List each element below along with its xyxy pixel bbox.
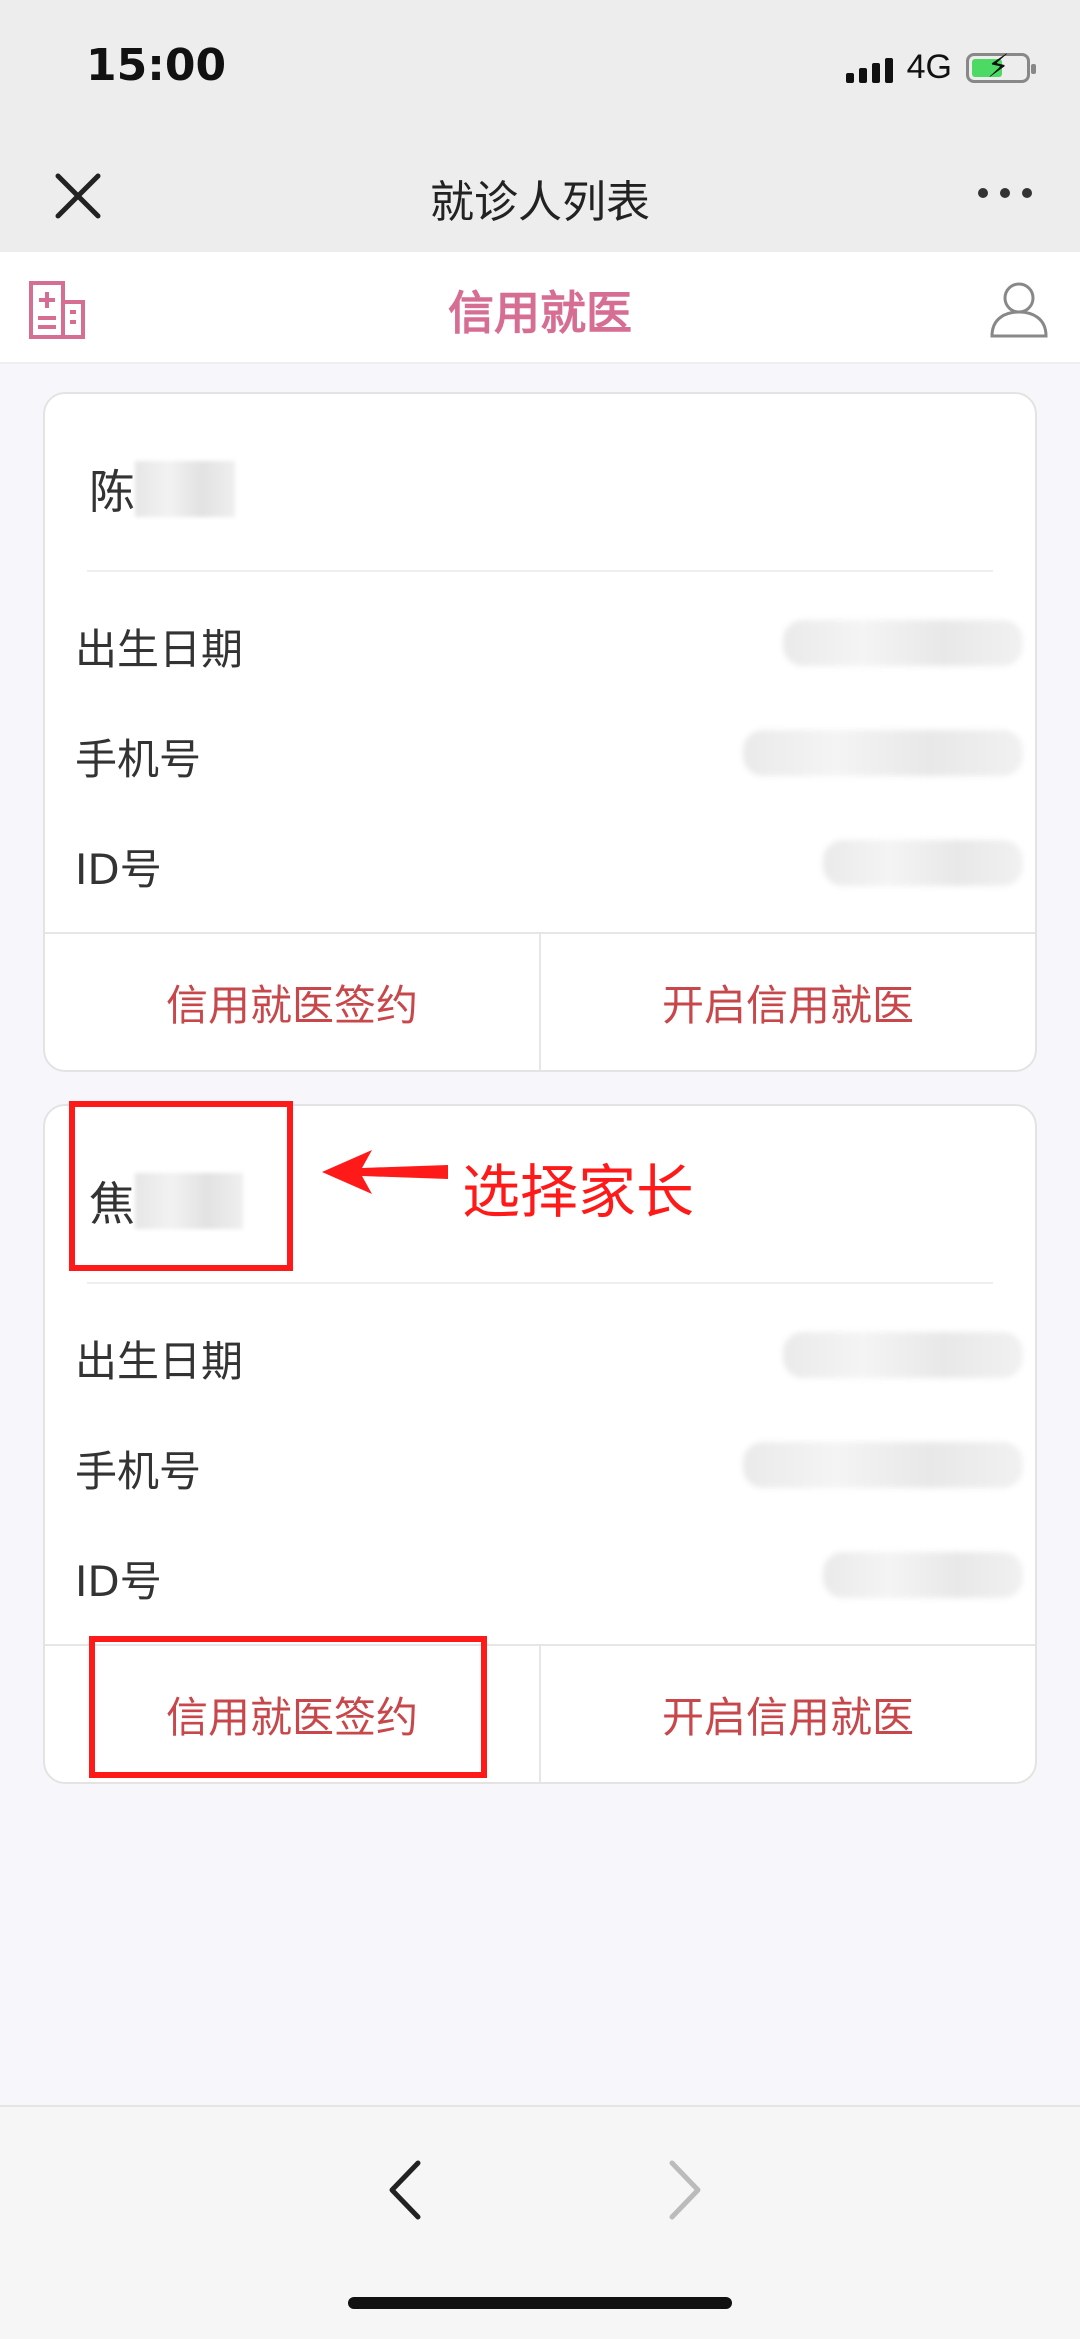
redacted-value xyxy=(783,1332,1023,1378)
divider xyxy=(87,1282,993,1284)
home-indicator xyxy=(348,2297,732,2309)
patient-name: 陈 xyxy=(89,456,235,522)
user-icon[interactable] xyxy=(988,278,1050,340)
redacted-value xyxy=(743,730,1023,776)
page-title: 就诊人列表 xyxy=(430,177,650,228)
status-indicators: 4G ⚡ xyxy=(845,48,1036,87)
credit-sign-button[interactable]: 信用就医签约 xyxy=(45,934,539,1070)
redacted-value xyxy=(743,1442,1023,1488)
forward-icon[interactable] xyxy=(660,2155,710,2225)
phone-row: 手机号 xyxy=(75,726,1023,786)
phone-label: 手机号 xyxy=(75,1447,202,1496)
id-label: ID号 xyxy=(75,1557,162,1606)
signal-icon xyxy=(845,53,893,83)
birth-label: 出生日期 xyxy=(75,1337,244,1386)
annotation-box-button xyxy=(89,1636,487,1778)
id-row: ID号 xyxy=(75,836,1023,896)
open-credit-button[interactable]: 开启信用就医 xyxy=(539,1646,1035,1782)
nav-bar: 就诊人列表 xyxy=(0,140,1080,252)
patient-surname: 陈 xyxy=(89,465,135,519)
redacted-value xyxy=(783,620,1023,666)
birth-row: 出生日期 xyxy=(75,1328,1023,1388)
phone-row: 手机号 xyxy=(75,1438,1023,1498)
battery-icon: ⚡ xyxy=(966,50,1036,83)
phone-label: 手机号 xyxy=(75,735,202,784)
divider xyxy=(87,570,993,572)
birth-label: 出生日期 xyxy=(75,625,244,674)
open-credit-button[interactable]: 开启信用就医 xyxy=(539,934,1035,1070)
back-icon[interactable] xyxy=(380,2155,430,2225)
status-bar: 15:00 4G ⚡ xyxy=(0,0,1080,140)
card-actions: 信用就医签约 开启信用就医 xyxy=(45,932,1035,1070)
annotation-text: 选择家长 xyxy=(462,1158,695,1226)
network-type: 4G xyxy=(906,48,952,86)
more-icon[interactable] xyxy=(978,188,1032,198)
annotation-box-name xyxy=(69,1101,293,1271)
app-title: 信用就医 xyxy=(448,286,632,340)
annotation-arrow-icon xyxy=(322,1150,448,1194)
birth-row: 出生日期 xyxy=(75,616,1023,676)
app-header: 信用就医 xyxy=(0,252,1080,364)
status-time: 15:00 xyxy=(86,40,227,91)
id-label: ID号 xyxy=(75,845,162,894)
redacted-value xyxy=(823,1552,1023,1598)
patient-card: 陈 出生日期 手机号 ID号 信用就医签约 开启信用就医 xyxy=(43,392,1037,1072)
redacted-name xyxy=(135,461,235,517)
id-row: ID号 xyxy=(75,1548,1023,1608)
redacted-value xyxy=(823,840,1023,886)
